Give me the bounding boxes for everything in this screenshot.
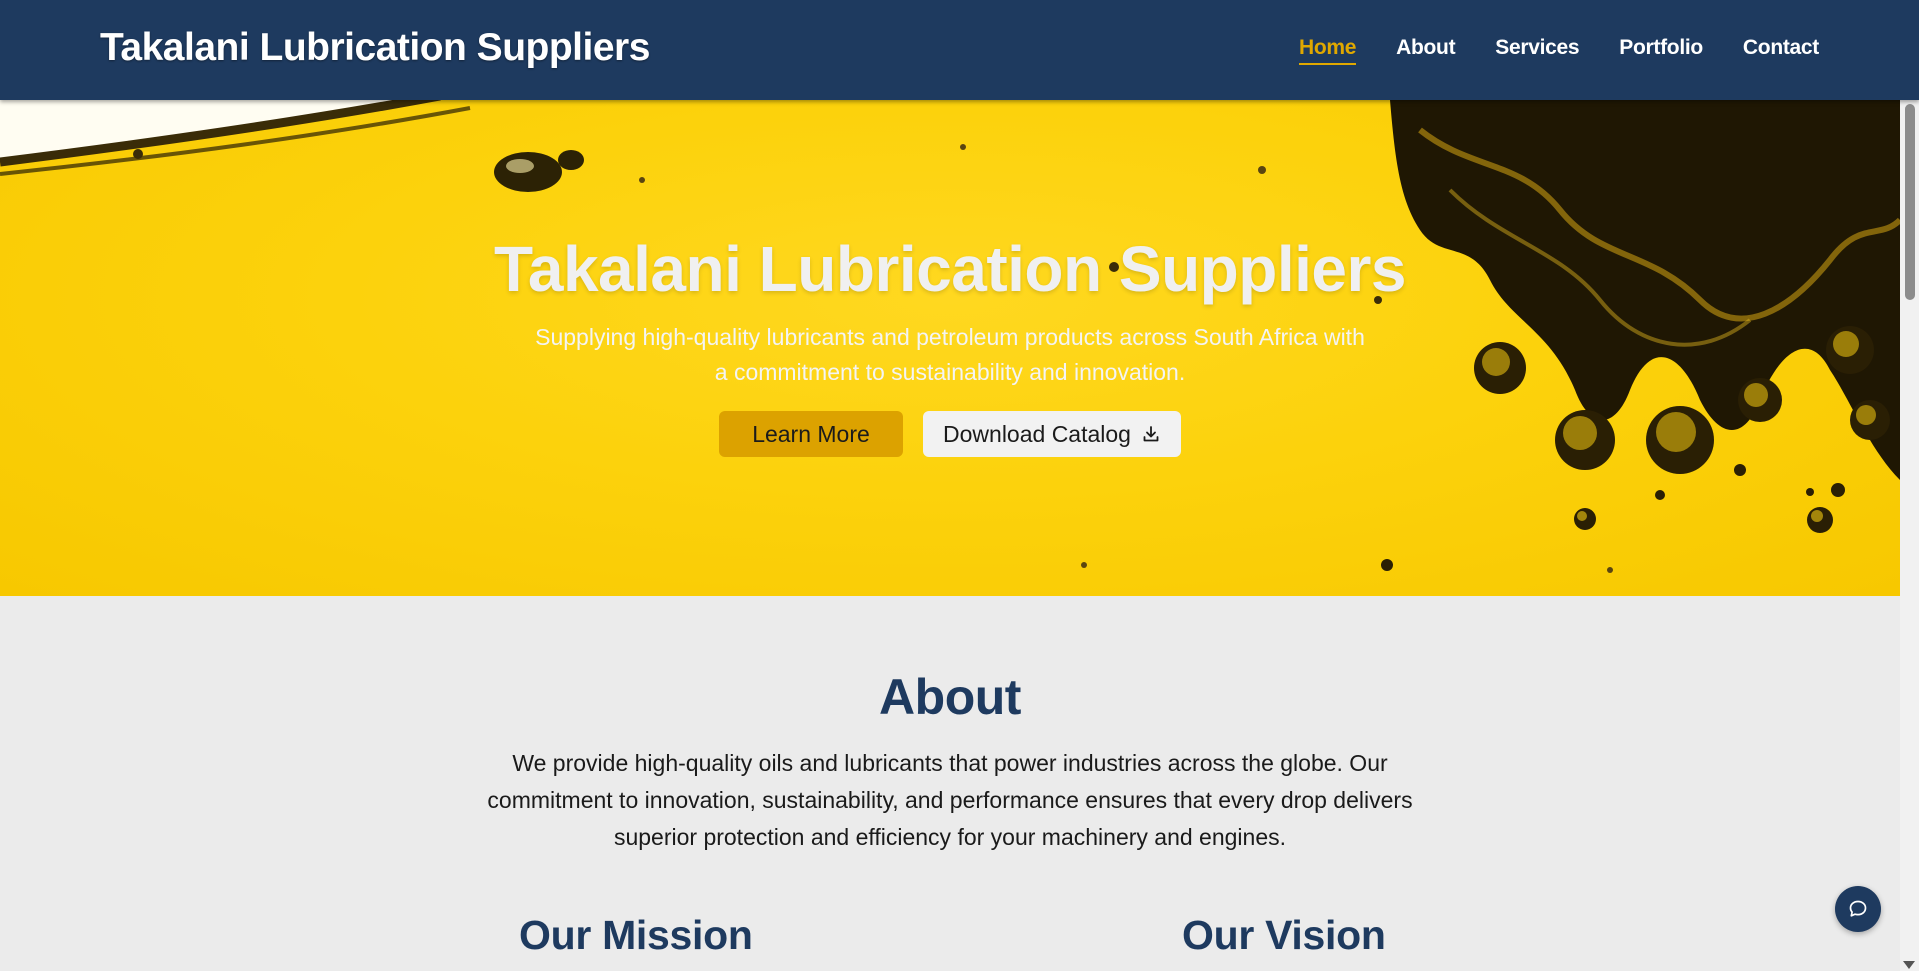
learn-more-label: Learn More xyxy=(752,420,870,447)
brand-logo-text[interactable]: Takalani Lubrication Suppliers xyxy=(100,26,650,70)
nav-home[interactable]: Home xyxy=(1298,36,1356,65)
hero-subtitle: Supplying high-quality lubricants and pe… xyxy=(535,324,1365,385)
hero-title: Takalani Lubrication Suppliers xyxy=(494,233,1407,305)
learn-more-button[interactable]: Learn More xyxy=(719,411,903,457)
download-catalog-button[interactable]: Download Catalog xyxy=(923,411,1181,457)
page-scrollbar[interactable] xyxy=(1900,100,1919,971)
about-heading: About xyxy=(879,669,1021,725)
hero-section: Takalani Lubrication Suppliers Supplying… xyxy=(0,100,1900,596)
scrollbar-thumb[interactable] xyxy=(1905,104,1915,300)
site-header: Takalani Lubrication Suppliers Home Abou… xyxy=(0,0,1919,100)
nav-portfolio[interactable]: Portfolio xyxy=(1619,36,1703,65)
mission-heading: Our Mission xyxy=(519,912,753,958)
hero-actions: Learn More Download Catalog xyxy=(0,411,1900,457)
vision-heading: Our Vision xyxy=(1182,912,1386,958)
about-text: We provide high-quality oils and lubrica… xyxy=(487,750,1413,850)
chat-bubble-icon xyxy=(1849,900,1867,917)
main-nav: Home About Services Portfolio Contact xyxy=(1259,36,1819,65)
download-catalog-label: Download Catalog xyxy=(943,420,1131,447)
download-icon xyxy=(1143,426,1159,442)
scroll-down-arrow-icon[interactable] xyxy=(1903,961,1915,969)
chat-button[interactable] xyxy=(1835,886,1881,932)
nav-services[interactable]: Services xyxy=(1495,36,1579,65)
nav-about[interactable]: About xyxy=(1396,36,1455,65)
nav-contact[interactable]: Contact xyxy=(1743,36,1819,65)
